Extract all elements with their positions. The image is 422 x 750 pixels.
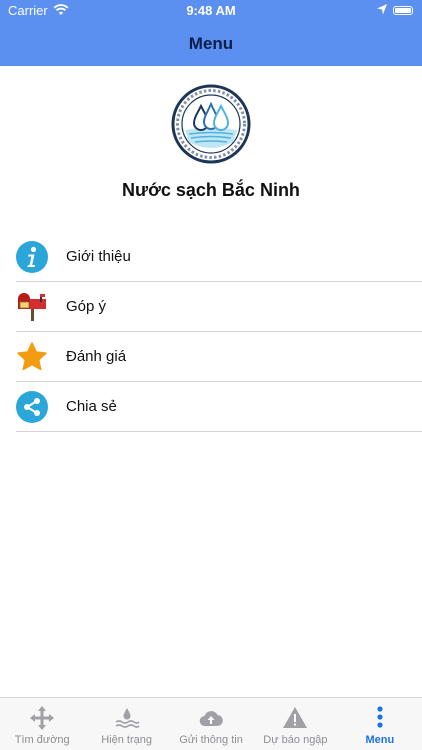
warning-icon bbox=[282, 705, 308, 731]
menu-item-gioi-thieu[interactable]: Giới thiệu bbox=[16, 232, 422, 282]
tab-label: Dự báo ngập bbox=[263, 734, 328, 746]
move-arrows-icon bbox=[29, 705, 55, 731]
more-dots-icon bbox=[367, 705, 393, 731]
tab-label: Hiện trạng bbox=[101, 734, 152, 746]
share-icon bbox=[16, 391, 48, 423]
tab-label: Menu bbox=[365, 734, 395, 746]
mailbox-icon bbox=[16, 291, 48, 323]
menu-item-danh-gia[interactable]: Đánh giá bbox=[16, 332, 422, 382]
tab-label: Tìm đường bbox=[14, 734, 70, 746]
menu-item-label: Chia sẻ bbox=[66, 398, 117, 415]
status-time: 9:48 AM bbox=[186, 3, 236, 18]
star-icon bbox=[16, 341, 48, 373]
battery-icon bbox=[393, 6, 413, 15]
company-name: Nước sạch Bắc Ninh bbox=[122, 180, 300, 200]
menu-list: Giới thiệu Góp ý Đánh giá Chia sẻ bbox=[16, 232, 422, 432]
tab-gui-thong-tin[interactable]: Gửi thông tin bbox=[169, 698, 253, 750]
status-bar: Carrier 9:48 AM bbox=[0, 0, 422, 22]
navigation-bar: Menu bbox=[0, 22, 422, 66]
page-title: Menu bbox=[188, 34, 234, 53]
tab-bar: Tìm đường Hiện trạng Gửi thông tin Dự bá… bbox=[0, 697, 422, 750]
cloud-upload-icon bbox=[198, 705, 224, 731]
info-icon bbox=[16, 241, 48, 273]
tab-hien-trang[interactable]: Hiện trạng bbox=[84, 698, 168, 750]
tab-du-bao-ngap[interactable]: Dự báo ngập bbox=[253, 698, 337, 750]
tab-tim-duong[interactable]: Tìm đường bbox=[0, 698, 84, 750]
menu-item-chia-se[interactable]: Chia sẻ bbox=[16, 382, 422, 432]
tab-menu[interactable]: Menu bbox=[338, 698, 422, 750]
menu-item-gop-y[interactable]: Góp ý bbox=[16, 282, 422, 332]
water-level-icon bbox=[114, 705, 140, 731]
menu-item-label: Đánh giá bbox=[66, 348, 127, 365]
menu-item-label: Góp ý bbox=[66, 298, 107, 315]
location-arrow-icon bbox=[376, 3, 388, 19]
tab-label: Gửi thông tin bbox=[179, 734, 243, 746]
menu-item-label: Giới thiệu bbox=[66, 248, 131, 265]
water-drops-logo bbox=[171, 84, 251, 164]
